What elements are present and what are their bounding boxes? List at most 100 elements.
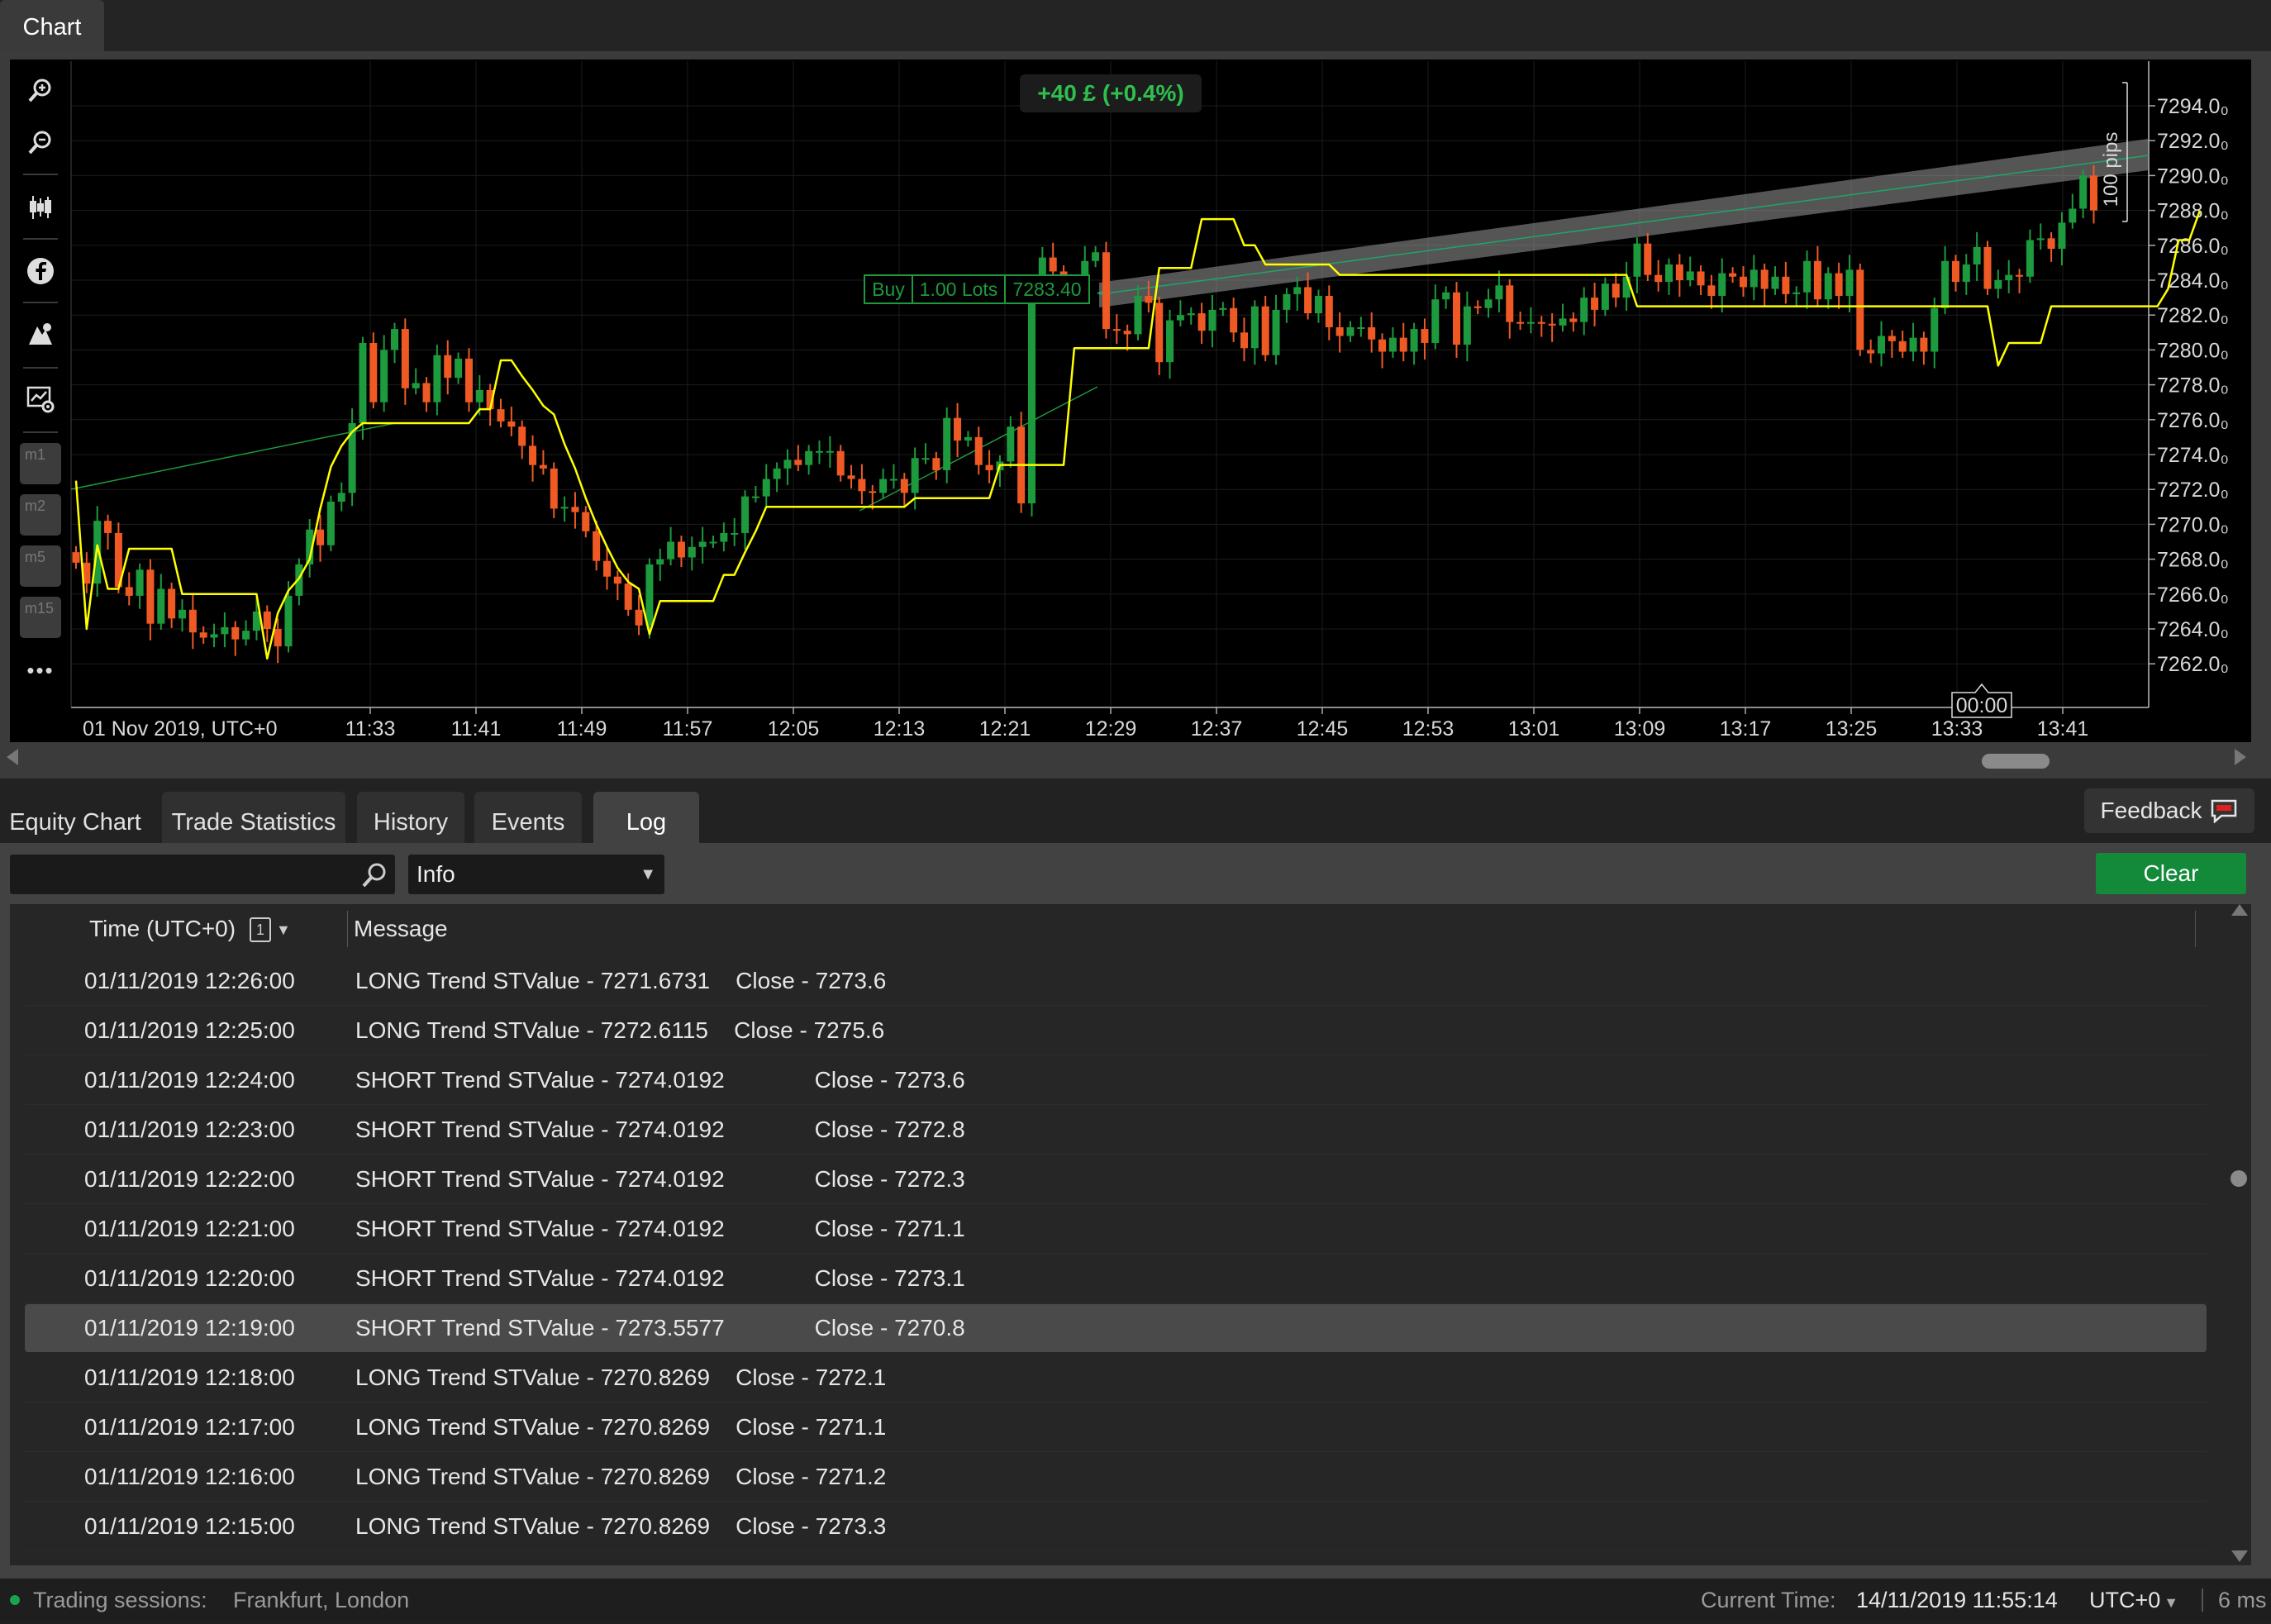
candle-down xyxy=(571,507,579,512)
log-row[interactable]: 01/11/2019 12:22:00 SHORT Trend STValue -… xyxy=(25,1155,2207,1204)
clear-log-button[interactable]: Clear xyxy=(2096,853,2246,894)
candle-up xyxy=(1559,318,1567,326)
chart-scrollbar-thumb[interactable] xyxy=(1982,754,2050,769)
chart-scroll-right[interactable] xyxy=(2235,749,2246,765)
candle-up xyxy=(1941,260,1950,308)
candle-down xyxy=(1537,321,1545,324)
log-row[interactable]: 01/11/2019 12:23:00 SHORT Trend STValue -… xyxy=(25,1106,2207,1155)
candle-down xyxy=(422,383,431,402)
log-row[interactable]: 01/11/2019 12:18:00 LONG Trend STValue - … xyxy=(25,1354,2207,1403)
candle-up xyxy=(179,609,186,619)
candle-down xyxy=(1155,302,1164,363)
tab-history[interactable]: History xyxy=(357,792,464,843)
candle-up xyxy=(1442,292,1450,300)
log-search-box[interactable] xyxy=(10,855,395,894)
y-tick-label: 7262.0₀ xyxy=(2157,653,2229,676)
y-tick-label: 7272.0₀ xyxy=(2157,479,2229,502)
log-level-select[interactable]: Info ▼ xyxy=(408,855,664,894)
candle-up xyxy=(709,541,717,544)
x-tick-label: 11:57 xyxy=(663,717,713,741)
candle-up xyxy=(731,532,739,535)
tab-trade-statistics[interactable]: Trade Statistics xyxy=(162,792,345,843)
y-tick-label: 7278.0₀ xyxy=(2157,374,2229,398)
log-row[interactable]: 01/11/2019 12:24:00 SHORT Trend STValue -… xyxy=(25,1056,2207,1105)
search-icon[interactable] xyxy=(360,861,388,889)
trade-label[interactable]: Buy 1.00 Lots 7283.40 xyxy=(864,274,1090,304)
feedback-button[interactable]: Feedback xyxy=(2084,788,2254,833)
candle-up xyxy=(2058,222,2066,250)
candle-up xyxy=(1750,269,1758,288)
log-row-message: LONG Trend STValue - 7272.6115 Close - 7… xyxy=(355,1017,885,1043)
latency-value: 6 ms xyxy=(2218,1588,2267,1612)
log-row[interactable]: 01/11/2019 12:16:00 LONG Trend STValue - … xyxy=(25,1453,2207,1502)
log-scroll-down[interactable] xyxy=(2231,1550,2248,1562)
price-chart[interactable]: 7294.0₀7292.0₀7290.0₀7288.0₀7286.0₀7284.… xyxy=(0,0,2271,779)
candle-up xyxy=(741,496,750,533)
log-row[interactable]: 01/11/2019 12:19:00 SHORT Trend STValue -… xyxy=(25,1304,2207,1352)
candle-up xyxy=(762,479,770,497)
log-row-time: 01/11/2019 12:21:00 xyxy=(84,1216,295,1241)
candle-down xyxy=(1304,287,1312,314)
candle-down xyxy=(369,342,378,402)
candle-down xyxy=(954,417,962,441)
y-tick-label: 7282.0₀ xyxy=(2157,304,2229,327)
y-tick-label: 7276.0₀ xyxy=(2157,409,2229,432)
candle-down xyxy=(1782,276,1790,294)
x-tick-label: 11:49 xyxy=(557,717,607,741)
chevron-down-icon: ▼ xyxy=(640,865,656,883)
chart-scroll-left[interactable] xyxy=(7,749,18,765)
candle-down xyxy=(1813,260,1821,300)
candle-down xyxy=(613,576,621,584)
log-row[interactable]: 01/11/2019 12:25:00 LONG Trend STValue - … xyxy=(25,1007,2207,1055)
candle-down xyxy=(1983,246,1992,289)
candle-up xyxy=(391,329,398,350)
candle-down xyxy=(507,421,516,427)
log-row-message: SHORT Trend STValue - 7274.0192 Close - … xyxy=(355,1067,965,1093)
candle-up xyxy=(1495,285,1503,300)
candle-up xyxy=(1314,295,1322,314)
pips-label: 100 pips xyxy=(2100,132,2122,207)
feedback-label: Feedback xyxy=(2100,798,2202,823)
candle-up xyxy=(645,564,654,626)
candle-down xyxy=(188,609,197,633)
log-scrollbar-thumb[interactable] xyxy=(2231,1170,2247,1187)
trading-sessions-value: Frankfurt, London xyxy=(233,1588,410,1612)
candle-down xyxy=(869,491,877,493)
candle-up xyxy=(2005,274,2013,280)
candle-up xyxy=(1187,313,1195,316)
candle-up xyxy=(1463,306,1471,345)
candle-up xyxy=(1931,307,1939,352)
candle-up xyxy=(1771,276,1779,289)
candle-up xyxy=(1793,292,1801,294)
tab-events[interactable]: Events xyxy=(474,792,582,843)
candle-down xyxy=(1654,274,1663,283)
candle-up xyxy=(1633,243,1641,277)
log-row[interactable]: 01/11/2019 12:26:00 LONG Trend STValue - … xyxy=(25,957,2207,1006)
candle-up xyxy=(1431,299,1440,343)
candle-down xyxy=(1335,326,1344,336)
candle-down xyxy=(1867,350,1875,354)
tab-log[interactable]: Log xyxy=(593,792,699,843)
candle-down xyxy=(1569,318,1578,322)
candle-up xyxy=(1346,326,1355,336)
candle-down xyxy=(1856,269,1864,350)
candle-down xyxy=(1760,269,1769,289)
candle-down xyxy=(582,512,590,531)
candle-down xyxy=(900,479,908,493)
log-row-time: 01/11/2019 12:22:00 xyxy=(84,1166,295,1192)
log-row-time: 01/11/2019 12:23:00 xyxy=(84,1117,295,1142)
log-scroll-up[interactable] xyxy=(2231,904,2248,916)
log-row-message: LONG Trend STValue - 7270.8269 Close - 7… xyxy=(355,1464,887,1489)
y-tick-label: 7266.0₀ xyxy=(2157,583,2229,607)
timezone-selector[interactable]: UTC+0 ▼ xyxy=(2089,1579,2178,1624)
log-row[interactable]: 01/11/2019 12:21:00 SHORT Trend STValue -… xyxy=(25,1205,2207,1254)
candle-up xyxy=(2036,238,2045,241)
tab-equity-chart[interactable]: Equity Chart xyxy=(0,792,150,843)
log-search-input[interactable] xyxy=(17,858,350,891)
candle-down xyxy=(1675,264,1683,280)
log-row[interactable]: 01/11/2019 12:20:00 SHORT Trend STValue -… xyxy=(25,1255,2207,1303)
log-row[interactable]: 01/11/2019 12:17:00 LONG Trend STValue - … xyxy=(25,1403,2207,1452)
candle-down xyxy=(1102,252,1110,330)
candle-down xyxy=(444,355,452,379)
candle-down xyxy=(858,479,866,492)
